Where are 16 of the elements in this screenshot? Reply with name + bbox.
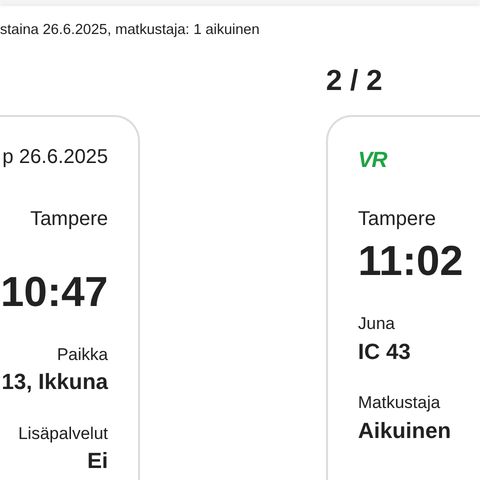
field-value: 13, Ikkuna xyxy=(2,369,108,396)
trip-summary: staina 26.6.2025, matkustaja: 1 aikuinen xyxy=(0,21,261,39)
travel-date: p 26.6.2025 xyxy=(2,145,108,169)
field-value: IC 43 xyxy=(358,338,411,366)
field-label: Lisäpalvelut xyxy=(18,424,108,444)
ticket-counter: 2 / 2 xyxy=(326,66,382,96)
field-label: Matkustaja xyxy=(358,393,440,414)
station-name: Tampere xyxy=(358,207,436,232)
vr-logo: VR xyxy=(358,147,387,174)
field-label: Juna xyxy=(358,314,395,335)
field-value: Ei xyxy=(87,448,108,475)
station-name: Tampere xyxy=(30,207,108,231)
field-label: Paikka xyxy=(56,345,108,366)
departure-time: 11:02 xyxy=(358,236,464,286)
field-value: Aikuinen xyxy=(358,418,451,444)
departure-time: 10:47 xyxy=(0,267,108,317)
